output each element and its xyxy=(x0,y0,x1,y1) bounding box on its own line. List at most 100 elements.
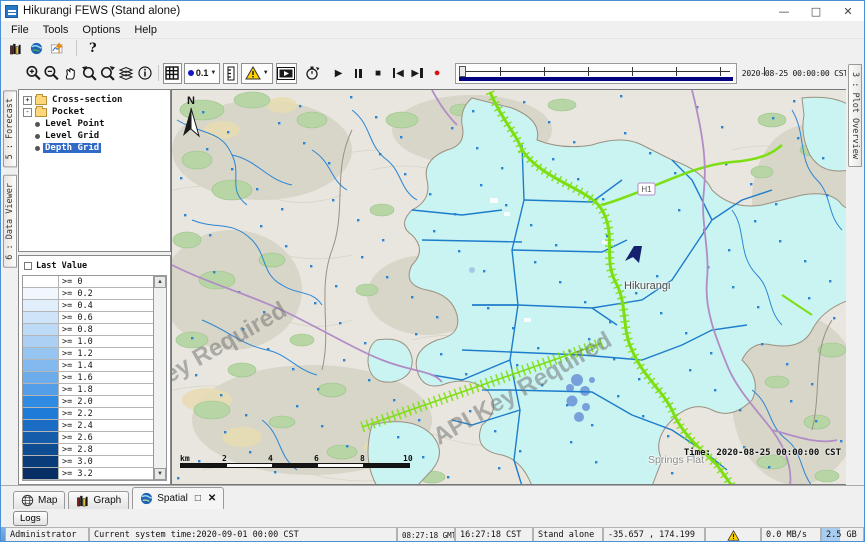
legend-row[interactable]: >= 1.4 xyxy=(23,360,153,372)
legend-row[interactable]: >= 1.6 xyxy=(23,372,153,384)
zoom-previous-button[interactable] xyxy=(80,63,99,84)
scale-bar-segments xyxy=(180,463,410,468)
legend-row[interactable]: >= 1.2 xyxy=(23,348,153,360)
main-content: 5 : Forecast 6 : Data Viewer + Cross-sect… xyxy=(1,89,848,485)
legend-swatch xyxy=(23,348,59,359)
timeseries-display-icon[interactable] xyxy=(51,42,64,55)
menu-item[interactable]: Options xyxy=(75,22,127,38)
play-button[interactable]: ▶ xyxy=(330,63,348,83)
collapse-icon[interactable]: - xyxy=(23,108,32,117)
status-memory[interactable]: 2.5 GB xyxy=(821,527,864,542)
toolbar-separator xyxy=(158,65,159,81)
legend-row[interactable]: >= 2.4 xyxy=(23,420,153,432)
tree-node-pocket[interactable]: - Pocket xyxy=(21,106,168,118)
scroll-up-icon[interactable]: ▲ xyxy=(154,276,166,288)
pause-button[interactable] xyxy=(349,63,367,83)
legend-row[interactable]: >= 0.2 xyxy=(23,288,153,300)
menu-item[interactable]: File xyxy=(4,22,36,38)
legend-row[interactable]: >= 2.6 xyxy=(23,432,153,444)
time-slider-handle[interactable] xyxy=(459,66,466,77)
close-button[interactable]: ✕ xyxy=(832,1,864,21)
legend-scrollbar[interactable]: ▲ ▼ xyxy=(153,276,166,480)
bar-chart-icon xyxy=(76,494,89,507)
legend-row[interactable]: >= 0 xyxy=(23,276,153,288)
last-value-row: Last Value xyxy=(22,259,167,273)
tree-node-depth-grid[interactable]: Depth Grid xyxy=(21,142,168,154)
legend-label: >= 2.4 xyxy=(59,420,153,431)
legend-row[interactable]: >= 3.2 xyxy=(23,468,153,480)
menu-item[interactable]: Help xyxy=(127,22,164,38)
scale-tick-label: 4 xyxy=(268,454,273,463)
skip-to-end-button[interactable]: ▶ xyxy=(409,63,427,83)
left-dock-tab[interactable]: 5 : Forecast xyxy=(3,90,17,167)
info-button[interactable] xyxy=(136,63,155,84)
legend-row[interactable]: >= 2.0 xyxy=(23,396,153,408)
stop-button[interactable]: ■ xyxy=(369,63,387,83)
tab-map[interactable]: Map xyxy=(13,491,65,509)
legend-row[interactable]: >= 1.8 xyxy=(23,384,153,396)
legend-row[interactable]: >= 2.8 xyxy=(23,444,153,456)
zoom-out-button[interactable] xyxy=(43,63,62,84)
tree-node-label[interactable]: Cross-section xyxy=(50,95,124,105)
help-button[interactable]: ? xyxy=(89,41,97,56)
zoom-next-button[interactable] xyxy=(98,63,117,84)
skip-end-icon: ▶ xyxy=(411,68,419,79)
legend-row[interactable]: >= 3.0 xyxy=(23,456,153,468)
legend-row[interactable]: >= 0.8 xyxy=(23,324,153,336)
record-button[interactable]: ● xyxy=(428,63,446,83)
north-arrow-icon: N xyxy=(178,92,204,138)
tree-node-label[interactable]: Pocket xyxy=(50,107,87,117)
legend-row[interactable]: >= 0.6 xyxy=(23,312,153,324)
tab-graph[interactable]: Graph xyxy=(68,491,129,509)
scroll-down-icon[interactable]: ▼ xyxy=(154,468,166,480)
restore-panel-icon[interactable]: □ xyxy=(195,493,201,504)
time-slider[interactable] xyxy=(455,63,737,84)
tree-node-label[interactable]: Level Point xyxy=(43,119,107,129)
legend-label: >= 1.6 xyxy=(59,372,153,383)
status-local-time: 16:27:18 CST xyxy=(455,527,533,542)
tree-node-cross-section[interactable]: + Cross-section xyxy=(21,94,168,106)
expand-icon[interactable]: + xyxy=(23,96,32,105)
legend-row[interactable]: >= 1.0 xyxy=(23,336,153,348)
legend-swatch xyxy=(23,312,59,323)
left-dock-tab[interactable]: 6 : Data Viewer xyxy=(3,175,17,268)
record-icon: ● xyxy=(434,67,441,79)
scale-ruler-button[interactable] xyxy=(223,63,237,84)
tree-node-label[interactable]: Level Grid xyxy=(43,131,101,141)
status-warning-cell[interactable] xyxy=(705,527,761,542)
tree-node-level-point[interactable]: Level Point xyxy=(21,118,168,130)
tab-label: Spatial xyxy=(157,493,188,504)
logs-button[interactable]: Logs xyxy=(13,511,48,526)
tree-node-level-grid[interactable]: Level Grid xyxy=(21,130,168,142)
status-gmt-time: 08:27:18 GMT xyxy=(397,527,455,542)
legend-row[interactable]: >= 2.2 xyxy=(23,408,153,420)
warning-dropdown[interactable]: ▼ xyxy=(241,63,273,84)
minimize-button[interactable]: — xyxy=(768,1,800,21)
zoom-in-button[interactable] xyxy=(24,63,43,84)
tab-spatial[interactable]: Spatial □ ✕ xyxy=(132,487,224,509)
legend-panel: Last Value >= 0 >= 0.2 xyxy=(18,255,171,485)
legend-row[interactable]: >= 0.4 xyxy=(23,300,153,312)
animation-button[interactable] xyxy=(276,63,297,84)
menu-item[interactable]: Tools xyxy=(36,22,76,38)
tree-node-label-selected[interactable]: Depth Grid xyxy=(43,143,101,153)
time-navigator-button[interactable] xyxy=(303,63,322,84)
bullet-icon xyxy=(35,146,40,151)
legend-label: >= 2.6 xyxy=(59,432,153,443)
contour-threshold-dropdown[interactable]: 0.1 ▼ xyxy=(184,63,220,84)
map-canvas[interactable]: H1 xyxy=(172,90,848,485)
map-view[interactable]: H1 API Key Required API Key Required N H… xyxy=(171,89,848,485)
legend-swatch xyxy=(23,300,59,311)
database-display-icon[interactable] xyxy=(9,42,22,55)
skip-to-start-button[interactable]: ◀ xyxy=(389,63,407,83)
layers-button[interactable] xyxy=(117,63,136,84)
maximize-button[interactable]: □ xyxy=(800,1,832,21)
right-dock-tab[interactable]: 3 : Plot Overview xyxy=(848,64,862,167)
toolbar-separator xyxy=(76,40,77,56)
grid-layer-button[interactable] xyxy=(163,63,182,84)
last-value-checkbox[interactable] xyxy=(24,262,32,270)
layer-tree: + Cross-section - Pocket Level Point Lev… xyxy=(18,89,171,252)
pan-hand-button[interactable] xyxy=(61,63,80,84)
map-display-icon[interactable] xyxy=(30,42,43,55)
close-panel-icon[interactable]: ✕ xyxy=(208,493,216,504)
